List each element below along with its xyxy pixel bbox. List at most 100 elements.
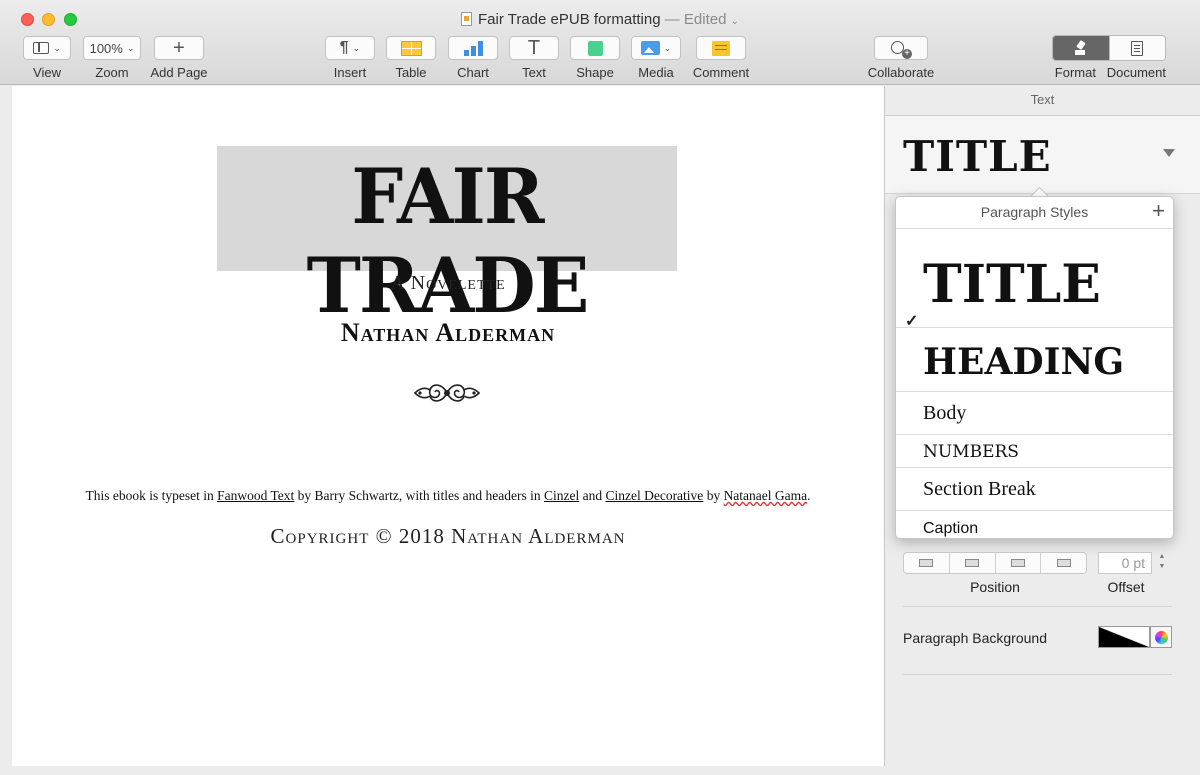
insert-tool[interactable]: ¶ ⌄ Insert [325,36,375,80]
table-tool[interactable]: Table [386,36,436,80]
zoom-value: 100% [89,40,123,56]
pilcrow-icon: ¶ [339,39,349,56]
shape-button[interactable] [570,36,620,60]
view-button[interactable]: ⌄ [23,36,71,60]
designer-link[interactable]: Natanael Gama [724,488,808,503]
style-item-body[interactable]: Body [896,392,1173,435]
chevron-down-icon: ⌄ [126,42,135,53]
divider [903,606,1172,607]
position-bottom-button[interactable] [994,553,1041,573]
table-button[interactable] [386,36,436,60]
position-fill-button[interactable] [1040,553,1086,573]
zoom-button[interactable]: 100% ⌄ [83,36,141,60]
color-wheel-icon [1154,630,1168,644]
inspector-toggle[interactable]: Format Document [1052,35,1178,80]
shape-label: Shape [576,65,614,80]
paragraph-style-picker[interactable]: TITLE [885,116,1200,194]
align-bottom-icon [1010,559,1025,567]
current-paragraph-style: TITLE [903,132,1052,181]
window-title: Fair Trade ePUB formatting — Edited ⌄ [0,11,1200,28]
pages-window: Fair Trade ePUB formatting — Edited ⌄ ⌄ … [0,0,1200,775]
style-label: TITLE [923,254,1101,315]
shape-icon [587,40,603,56]
comment-button[interactable] [696,36,746,60]
chart-tool[interactable]: Chart [448,36,498,80]
insert-button[interactable]: ¶ ⌄ [325,36,375,60]
paintbrush-icon [1074,41,1088,55]
font-link-cinzel[interactable]: Cinzel [544,488,579,503]
add-page-button[interactable]: + [154,36,204,60]
note-text: by [703,488,724,503]
chart-label: Chart [457,65,489,80]
document-button[interactable] [1108,36,1165,60]
zoom-label: Zoom [95,65,129,80]
divider [903,674,1172,675]
media-tool[interactable]: ⌄ Media [631,36,681,80]
add-page-tool[interactable]: + Add Page [148,36,210,80]
media-label: Media [638,65,674,80]
popover-header: Paragraph Styles + [896,197,1173,229]
tab-text[interactable]: Text [885,86,1200,116]
offset-field[interactable]: 0 pt [1098,552,1152,574]
offset-label: Offset [1107,579,1145,595]
color-picker-button[interactable] [1150,626,1172,648]
text-tool[interactable]: T Text [509,36,559,80]
typeset-note[interactable]: This ebook is typeset in Fanwood Text by… [12,488,884,504]
document-icon [1131,40,1144,56]
add-page-label: Add Page [150,65,208,80]
edited-status[interactable]: — Edited [665,11,727,28]
text-box-icon: T [527,37,541,59]
document-subtitle[interactable]: A Novelette [12,272,884,295]
text-label: Text [522,65,546,80]
shape-tool[interactable]: Shape [570,36,620,80]
paragraph-styles-popover: Paragraph Styles + ✓ TITLE HEADING Body … [895,196,1174,539]
note-text: and [579,488,606,503]
view-label: View [33,65,61,80]
text-button[interactable]: T [509,36,559,60]
style-item-numbers[interactable]: NUMBERS [896,435,1173,468]
style-label: Caption [923,520,979,537]
align-fill-icon [1056,559,1071,567]
align-middle-icon [965,559,980,567]
format-button[interactable] [1053,36,1109,60]
ornament-icon [413,384,481,402]
copyright-line[interactable]: Copyright © 2018 Nathan Alderman [12,524,884,549]
position-middle-button[interactable] [948,553,995,573]
format-label: Format [1054,65,1096,80]
paragraph-background-color-well[interactable] [1098,626,1150,648]
zoom-tool[interactable]: 100% ⌄ Zoom [82,36,142,80]
insert-label: Insert [333,65,367,80]
collaborate-tool[interactable]: Collaborate [866,36,936,80]
collaborate-button[interactable] [874,36,928,60]
document-canvas[interactable]: FAIR TRADE A Novelette Nathan Alderman T… [12,86,884,766]
chevron-down-icon[interactable]: ⌄ [731,16,739,27]
chart-button[interactable] [448,36,498,60]
dropdown-arrow-icon[interactable] [1163,149,1175,157]
window-title-text: Fair Trade ePUB formatting [477,11,661,28]
view-tool[interactable]: ⌄ View [22,36,72,80]
collaborate-label: Collaborate [867,65,935,80]
style-item-section-break[interactable]: Section Break [896,468,1173,511]
comment-tool[interactable]: Comment [692,36,750,80]
style-item-caption[interactable]: Caption [896,511,1173,538]
style-label: Body [923,402,967,424]
offset-stepper[interactable]: ▲ ▼ [1156,552,1168,574]
add-style-button[interactable]: + [1152,197,1165,225]
position-top-button[interactable] [904,553,949,573]
table-label: Table [395,65,427,80]
font-link-fanwood[interactable]: Fanwood Text [217,488,294,503]
style-item-title[interactable]: ✓ TITLE [896,229,1173,330]
style-label: HEADING [923,341,1125,383]
position-label: Position [970,579,1020,595]
style-label: NUMBERS [923,442,1019,462]
font-link-cinzel-decorative[interactable]: Cinzel Decorative [605,488,703,503]
document-author[interactable]: Nathan Alderman [12,318,884,348]
document-title[interactable]: FAIR TRADE [226,152,668,330]
paragraph-background-label: Paragraph Background [903,630,1047,646]
media-button[interactable]: ⌄ [631,36,681,60]
position-segmented-control[interactable] [903,552,1087,574]
document-label: Document [1106,65,1166,80]
collaborate-icon [891,41,912,59]
style-item-heading[interactable]: HEADING [896,328,1173,392]
inspector-segmented-control[interactable] [1052,35,1166,61]
